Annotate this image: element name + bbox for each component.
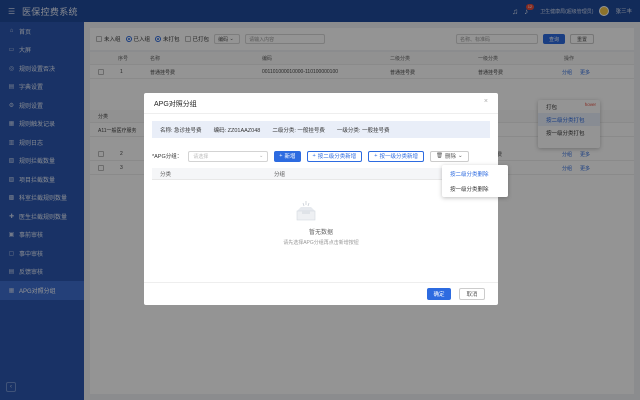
close-icon[interactable]: × bbox=[484, 98, 488, 105]
divider bbox=[144, 113, 498, 114]
grid-col-category: 分类 bbox=[160, 171, 172, 178]
add-by-level1-button[interactable]: + 按一级分类新增 bbox=[368, 150, 424, 162]
item-code: 编码: ZZ01AAZ048 bbox=[213, 127, 261, 134]
confirm-button[interactable]: 确定 bbox=[427, 288, 451, 300]
chevron-down-icon: ⌄ bbox=[259, 153, 264, 159]
empty-description: 请先选择APG分组再点击新增按钮 bbox=[283, 240, 359, 246]
trash-icon: 🗑 bbox=[435, 153, 443, 159]
item-level1: 一级分类: 一般挂号费 bbox=[336, 127, 390, 134]
plus-icon: + bbox=[279, 153, 283, 159]
divider bbox=[144, 282, 498, 283]
item-name: 名称: 急诊挂号费 bbox=[160, 127, 202, 134]
item-level2: 二级分类: 一般挂号费 bbox=[272, 127, 325, 134]
chevron-down-icon: ⌄ bbox=[457, 153, 463, 159]
grid-col-group: 分组 bbox=[274, 171, 286, 178]
apg-group-dialog: APG对照分组 × 名称: 急诊挂号费 编码: ZZ01AAZ048 二级分类:… bbox=[144, 93, 498, 305]
dialog-title: APG对照分组 bbox=[154, 101, 197, 108]
apg-label: *APG分组： bbox=[152, 154, 183, 160]
empty-box-icon bbox=[296, 201, 316, 221]
plus-icon: + bbox=[374, 153, 378, 159]
grid-header: 分类 分组 bbox=[152, 168, 490, 180]
empty-title: 暂无数据 bbox=[308, 230, 333, 236]
dialog-toolbar: *APG分组： 请选择 ⌄ + 新增 + 按二级分类新增 + 按一级分类新增 🗑 删除 ⌄ bbox=[152, 150, 492, 162]
delete-button[interactable]: 🗑 删除 ⌄ bbox=[429, 150, 469, 162]
add-by-level2-button[interactable]: + 按二级分类新增 bbox=[306, 150, 363, 162]
menu-item-delete-by-level2[interactable]: 按二级分类删除 bbox=[442, 167, 508, 180]
add-button[interactable]: + 新增 bbox=[274, 150, 301, 162]
delete-dropdown-menu: 按二级分类删除 按一级分类删除 bbox=[442, 165, 508, 197]
item-info-box: 名称: 急诊挂号费 编码: ZZ01AAZ048 二级分类: 一般挂号费 一级分… bbox=[152, 121, 490, 138]
apg-select[interactable]: 请选择 ⌄ bbox=[188, 150, 269, 162]
plus-icon: + bbox=[312, 153, 316, 159]
menu-item-delete-by-level1[interactable]: 按一级分类删除 bbox=[442, 182, 508, 195]
cancel-button[interactable]: 取消 bbox=[459, 288, 485, 300]
